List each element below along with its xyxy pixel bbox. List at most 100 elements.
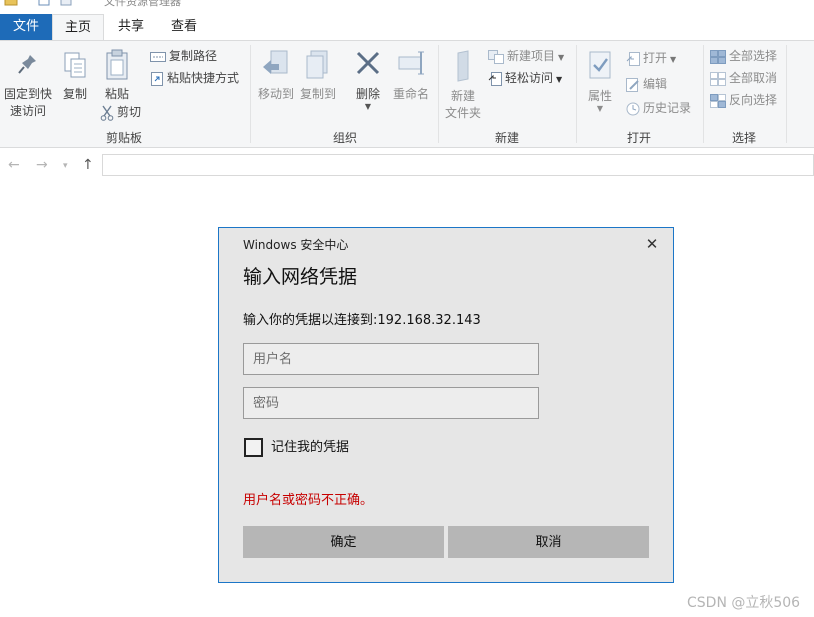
move-to-button[interactable]: 移动到: [256, 49, 296, 103]
invert-selection-button[interactable]: 反向选择: [710, 91, 777, 109]
open-button[interactable]: 打开 ▼: [626, 49, 676, 67]
ok-button[interactable]: 确定: [243, 526, 444, 558]
window-title-bar: 文件资源管理器: [0, 0, 814, 10]
easy-access-button[interactable]: 轻松访问 ▼: [488, 69, 562, 87]
move-to-icon: [263, 50, 288, 74]
back-arrow-icon[interactable]: ←: [8, 157, 20, 173]
pin-to-quick-access-button[interactable]: 固定到快 速访问: [2, 51, 54, 120]
username-field[interactable]: [243, 343, 539, 375]
properties-label: 属性: [587, 89, 612, 103]
new-folder-icon: [457, 50, 469, 82]
paste-shortcut-label: 粘贴快捷方式: [167, 71, 240, 85]
history-button[interactable]: 历史记录: [626, 99, 691, 117]
forward-arrow-icon[interactable]: →: [36, 157, 48, 173]
group-label-organize: 组织: [332, 131, 357, 145]
select-none-label: 全部取消: [729, 71, 778, 85]
paste-button[interactable]: 粘贴: [100, 49, 134, 103]
properties-quick-icon[interactable]: [38, 0, 50, 6]
paste-label: 粘贴: [104, 87, 129, 101]
pin-label-line2: 速访问: [9, 104, 46, 118]
customize-toolbar-icon[interactable]: [82, 0, 92, 6]
copy-to-icon: [306, 50, 328, 79]
open-label: 打开: [643, 51, 668, 65]
select-none-button[interactable]: 全部取消: [710, 69, 777, 87]
select-none-icon: [710, 71, 726, 86]
credentials-dialog: Windows 安全中心 ✕ 输入网络凭据 输入你的凭据以连接到:192.168…: [218, 227, 674, 583]
select-all-icon: [710, 49, 726, 64]
ribbon: 固定到快 速访问 复制 粘贴 复制路径 粘贴快捷方式 剪切 剪贴板 移动到 复制…: [0, 40, 814, 148]
pin-label-line1: 固定到快: [3, 87, 52, 101]
edit-pencil-icon: [626, 77, 639, 92]
tab-home[interactable]: 主页: [52, 14, 104, 41]
edit-button[interactable]: 编辑: [626, 75, 667, 93]
copy-to-button[interactable]: 复制到: [298, 49, 338, 103]
dialog-caption: Windows 安全中心: [243, 238, 349, 252]
copy-path-label: 复制路径: [169, 49, 218, 63]
copy-button[interactable]: 复制: [58, 51, 92, 103]
window-title: 文件资源管理器: [104, 0, 181, 8]
pin-icon: [18, 55, 36, 74]
invert-selection-icon: [710, 93, 726, 108]
delete-x-icon: [356, 51, 380, 75]
new-folder-label-line1: 新建: [450, 89, 475, 103]
new-item-button[interactable]: 新建项目 ▼: [488, 47, 564, 65]
up-arrow-icon[interactable]: ↑: [82, 157, 94, 173]
remember-credentials-label[interactable]: 记住我的凭据: [271, 438, 349, 457]
new-folder-quick-icon[interactable]: [60, 0, 72, 6]
chevron-down-icon: ▼: [558, 53, 565, 62]
scissors-icon: [100, 105, 114, 121]
open-icon: [626, 51, 640, 66]
remember-credentials-checkbox[interactable]: [244, 438, 263, 457]
history-clock-icon: [626, 102, 640, 115]
properties-dropdown-icon[interactable]: ▼: [582, 105, 618, 113]
dialog-prompt: 输入你的凭据以连接到:192.168.32.143: [243, 313, 481, 328]
group-label-select: 选择: [731, 131, 756, 145]
properties-button[interactable]: 属性 ▼: [582, 49, 618, 113]
chevron-down-icon: ▼: [556, 75, 563, 84]
cut-button[interactable]: 剪切: [100, 103, 141, 121]
new-item-label: 新建项目: [507, 49, 556, 63]
select-all-label: 全部选择: [729, 49, 778, 63]
chevron-down-icon: ▼: [670, 55, 677, 64]
close-icon[interactable]: ✕: [644, 236, 660, 252]
paste-icon: [106, 49, 128, 80]
cut-label: 剪切: [117, 105, 142, 119]
copy-to-label: 复制到: [299, 87, 336, 101]
delete-button[interactable]: 删除 ▼: [348, 49, 388, 111]
copy-icon: [64, 52, 86, 78]
select-all-button[interactable]: 全部选择: [710, 47, 777, 65]
edit-label: 编辑: [643, 77, 668, 91]
watermark: CSDN @立秋506: [687, 595, 801, 611]
error-message: 用户名或密码不正确。: [243, 493, 374, 508]
rename-icon: [398, 51, 424, 75]
recent-locations-chevron-icon[interactable]: ▾: [63, 161, 68, 171]
paste-shortcut-icon: [151, 71, 163, 86]
tab-view[interactable]: 查看: [158, 14, 210, 40]
new-item-icon: [488, 49, 504, 64]
properties-checkmark-icon: [589, 51, 611, 79]
ribbon-tabs: 文件 主页 共享 查看: [0, 14, 814, 41]
dialog-title: 输入网络凭据: [243, 266, 358, 288]
delete-dropdown-icon[interactable]: ▼: [348, 103, 388, 111]
group-divider: [250, 45, 251, 143]
easy-access-icon: [488, 71, 502, 86]
tab-file[interactable]: 文件: [0, 14, 52, 40]
copy-label: 复制: [62, 87, 87, 101]
password-field[interactable]: [243, 387, 539, 419]
new-folder-button[interactable]: 新建 文件夹: [442, 49, 484, 122]
history-label: 历史记录: [643, 101, 692, 115]
cancel-button[interactable]: 取消: [448, 526, 649, 558]
easy-access-label: 轻松访问: [505, 71, 554, 85]
invert-selection-label: 反向选择: [729, 93, 778, 107]
copy-path-icon: [150, 51, 166, 62]
tab-share[interactable]: 共享: [104, 14, 158, 40]
paste-shortcut-button[interactable]: 粘贴快捷方式: [150, 69, 239, 87]
rename-button[interactable]: 重命名: [390, 49, 432, 103]
group-label-clipboard: 剪贴板: [105, 131, 142, 145]
delete-label: 删除: [355, 87, 380, 101]
address-bar[interactable]: [102, 154, 814, 176]
group-divider: [786, 45, 787, 143]
copy-path-button[interactable]: 复制路径: [150, 47, 217, 65]
rename-label: 重命名: [392, 87, 429, 101]
group-label-new: 新建: [494, 131, 519, 145]
